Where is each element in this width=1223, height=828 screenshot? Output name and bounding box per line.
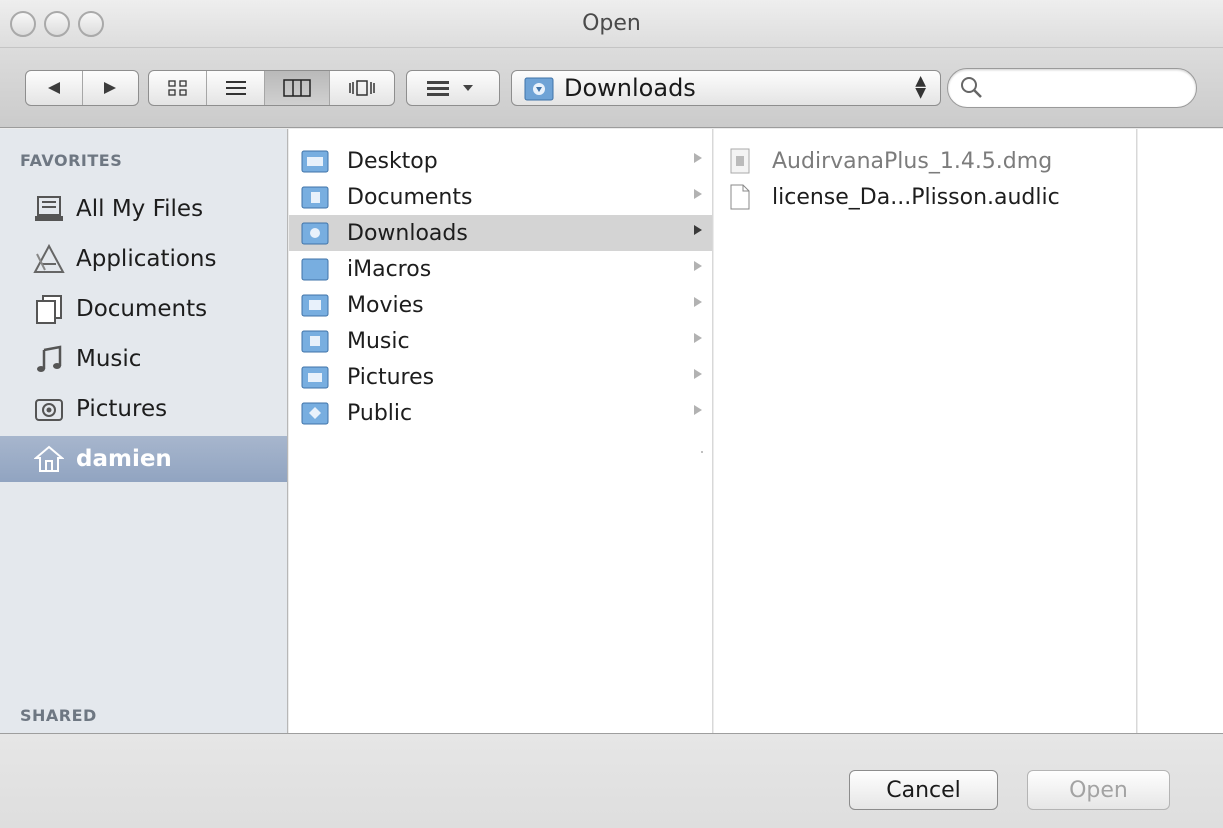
- list-item-dmg-file[interactable]: AudirvanaPlus_1.4.5.dmg: [714, 143, 1136, 179]
- disclosure-arrow-icon: [694, 261, 702, 271]
- list-item-public[interactable]: Public: [289, 395, 712, 431]
- list-view-button[interactable]: [207, 71, 265, 105]
- cancel-button[interactable]: Cancel: [849, 770, 998, 810]
- list-item-movies[interactable]: Movies: [289, 287, 712, 323]
- disclosure-arrow-icon: [694, 369, 702, 379]
- item-label: Downloads: [347, 220, 468, 246]
- column-resize-handle[interactable]: [701, 451, 703, 453]
- forward-arrow-icon: [104, 82, 117, 94]
- disk-image-file-icon: [726, 147, 754, 175]
- sidebar: FAVORITES All My Files Applications Docu…: [0, 129, 288, 733]
- folder-icon: [301, 327, 329, 355]
- sidebar-item-label: Applications: [76, 246, 217, 272]
- documents-icon: [32, 292, 66, 326]
- folder-icon: [301, 219, 329, 247]
- title-bar: Open: [0, 0, 1223, 48]
- downloads-folder-icon: [524, 77, 554, 101]
- location-popup[interactable]: Downloads ▲ ▼: [511, 70, 941, 106]
- sidebar-item-label: All My Files: [76, 196, 204, 222]
- dialog-footer: Cancel Open: [0, 733, 1223, 828]
- item-label: Music: [347, 328, 410, 354]
- list-item-desktop[interactable]: Desktop: [289, 143, 712, 179]
- list-view-icon: [225, 81, 246, 95]
- folder-icon: [301, 363, 329, 391]
- folder-icon: [301, 183, 329, 211]
- shared-header: SHARED: [20, 706, 97, 725]
- item-label: Desktop: [347, 148, 438, 174]
- sidebar-item-pictures[interactable]: Pictures: [0, 386, 287, 432]
- icon-view-icon: [167, 80, 187, 96]
- item-label: Documents: [347, 184, 473, 210]
- browser-column-2: AudirvanaPlus_1.4.5.dmg license_Da...Pli…: [714, 129, 1137, 733]
- folder-icon: [301, 255, 329, 283]
- favorites-header: FAVORITES: [20, 151, 123, 170]
- sidebar-item-label: damien: [76, 446, 172, 472]
- back-arrow-icon: [47, 82, 60, 94]
- popup-arrows-icon: ▲ ▼: [915, 73, 926, 101]
- document-file-icon: [726, 183, 754, 211]
- item-label: iMacros: [347, 256, 432, 282]
- location-label: Downloads: [564, 74, 696, 102]
- arrange-button[interactable]: [406, 70, 500, 106]
- list-item-imacros[interactable]: iMacros: [289, 251, 712, 287]
- browser-column-3: [1138, 129, 1223, 733]
- view-mode-segment: [148, 70, 395, 106]
- item-label: AudirvanaPlus_1.4.5.dmg: [772, 148, 1053, 174]
- folder-icon: [301, 147, 329, 175]
- item-label: license_Da...Plisson.audlic: [772, 184, 1060, 210]
- home-icon: [32, 442, 66, 476]
- sidebar-item-all-my-files[interactable]: All My Files: [0, 186, 287, 232]
- disclosure-arrow-icon: [694, 405, 702, 415]
- search-icon: [961, 77, 982, 98]
- chevron-down-icon: [463, 85, 473, 91]
- sidebar-item-damien[interactable]: damien: [0, 436, 287, 482]
- camera-icon: [32, 392, 66, 426]
- column-view-icon: [283, 79, 311, 97]
- disclosure-arrow-icon: [694, 333, 702, 343]
- column-view-button[interactable]: [265, 71, 330, 105]
- sidebar-item-label: Documents: [76, 296, 208, 322]
- folder-icon: [301, 291, 329, 319]
- toolbar: Downloads ▲ ▼: [0, 48, 1223, 128]
- search-field[interactable]: [947, 68, 1197, 108]
- disclosure-arrow-icon: [694, 189, 702, 199]
- cover-flow-button[interactable]: [330, 71, 394, 105]
- item-label: Pictures: [347, 364, 435, 390]
- sidebar-item-label: Music: [76, 346, 142, 372]
- window-title: Open: [582, 11, 641, 36]
- sidebar-item-documents[interactable]: Documents: [0, 286, 287, 332]
- sidebar-item-applications[interactable]: Applications: [0, 236, 287, 282]
- list-item-pictures[interactable]: Pictures: [289, 359, 712, 395]
- forward-button[interactable]: [83, 71, 139, 105]
- item-label: Movies: [347, 292, 424, 318]
- applications-icon: [32, 242, 66, 276]
- open-button[interactable]: Open: [1027, 770, 1170, 810]
- list-item-license-file[interactable]: license_Da...Plisson.audlic: [714, 179, 1136, 215]
- sidebar-item-label: Pictures: [76, 396, 168, 422]
- item-label: Public: [347, 400, 413, 426]
- folder-icon: [301, 399, 329, 427]
- sidebar-item-music[interactable]: Music: [0, 336, 287, 382]
- back-button[interactable]: [26, 71, 83, 105]
- music-note-icon: [32, 342, 66, 376]
- disclosure-arrow-icon: [694, 297, 702, 307]
- disclosure-arrow-icon: [694, 153, 702, 163]
- cover-flow-icon: [349, 80, 375, 96]
- browser-column-1: Desktop Documents Downloads iMacros Movi…: [289, 129, 713, 733]
- navigation-segment: [25, 70, 139, 106]
- arrange-grid-icon: [427, 81, 449, 96]
- icon-view-button[interactable]: [149, 71, 207, 105]
- disclosure-arrow-icon: [694, 225, 702, 235]
- all-files-icon: [32, 192, 66, 226]
- list-item-documents[interactable]: Documents: [289, 179, 712, 215]
- list-item-music[interactable]: Music: [289, 323, 712, 359]
- list-item-downloads[interactable]: Downloads: [289, 215, 712, 251]
